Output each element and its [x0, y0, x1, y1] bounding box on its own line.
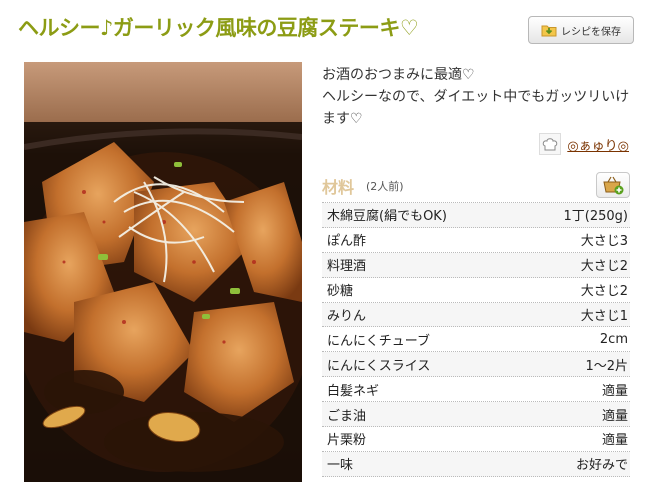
ingredient-row: 料理酒 大さじ2: [322, 252, 630, 278]
ingredient-name: 一味: [327, 458, 354, 474]
ingredient-amount: 適量: [601, 408, 628, 424]
ingredient-amount: お好みで: [575, 458, 628, 474]
description-text: お酒のおつまみに最適♡ ヘルシーなので、ダイエット中でもガッツリいけます♡: [322, 67, 630, 127]
ingredient-row: 白髪ネギ 適量: [322, 377, 630, 403]
ingredient-row: 片栗粉 適量: [322, 427, 630, 452]
ingredient-row: にんにくチューブ 2cm: [322, 327, 630, 353]
ingredient-name: 白髪ネギ: [327, 383, 380, 399]
ingredient-amount: 大さじ3: [580, 234, 628, 250]
ingredient-amount: 大さじ2: [580, 259, 628, 275]
chef-hat-icon: [539, 133, 562, 155]
ingredient-name: 木綿豆腐(絹でもOK): [327, 209, 447, 225]
ingredient-name: ごま油: [327, 408, 367, 424]
ingredient-amount: 適量: [601, 383, 628, 399]
recipe-photo: [24, 62, 302, 482]
ingredient-row: ごま油 適量: [322, 402, 630, 428]
ingredient-amount: 1〜2片: [585, 358, 628, 374]
author-name-link[interactable]: ◎ぁゅり◎: [567, 135, 629, 154]
ingredient-amount: 大さじ1: [580, 309, 628, 324]
ingredient-name: にんにくチューブ: [327, 333, 430, 349]
ingredient-amount: 大さじ2: [580, 284, 628, 300]
save-recipe-button[interactable]: レシピを保存: [528, 16, 634, 44]
ingredient-amount: 適量: [601, 433, 628, 449]
add-to-shopping-list-button[interactable]: [596, 172, 630, 198]
ingredient-amount: 1丁(250g): [563, 209, 628, 225]
shopping-basket-add-icon: [603, 176, 624, 195]
recipe-title: ヘルシー♪ガーリック風味の豆腐ステーキ♡: [18, 16, 419, 40]
save-recipe-label: レシピを保存: [561, 26, 621, 38]
ingredient-list: 木綿豆腐(絹でもOK) 1丁(250g) ぽん酢 大さじ3 料理酒 大さじ2 砂糖 大さじ2 み…: [322, 202, 630, 477]
folder-save-icon: [541, 25, 557, 37]
ingredient-row: 木綿豆腐(絹でもOK) 1丁(250g): [322, 203, 630, 228]
ingredient-row: ぽん酢 大さじ3: [322, 228, 630, 253]
author-block[interactable]: ◎ぁゅり◎: [539, 133, 629, 155]
ingredient-row: 砂糖 大さじ2: [322, 278, 630, 303]
ingredient-name: 砂糖: [327, 284, 354, 300]
ingredient-row: 一味 お好みで: [322, 451, 630, 477]
ingredient-name: 片栗粉: [327, 433, 367, 449]
ingredient-name: にんにくスライス: [327, 358, 431, 374]
ingredient-amount: 2cm: [599, 331, 628, 347]
ingredient-name: 料理酒: [327, 259, 367, 275]
ingredients-title: 材料: [322, 178, 355, 197]
ingredients-header: 材料 (2人前): [322, 172, 630, 200]
ingredient-row: みりん 大さじ1: [322, 302, 630, 328]
ingredient-name: ぽん酢: [327, 234, 367, 250]
ingredient-name: みりん: [327, 309, 367, 324]
recipe-description: お酒のおつまみに最適♡ ヘルシーなので、ダイエット中でもガッツリいけます♡: [322, 64, 637, 130]
serving-size: (2人前): [366, 180, 404, 193]
ingredient-row: にんにくスライス 1〜2片: [322, 352, 630, 378]
